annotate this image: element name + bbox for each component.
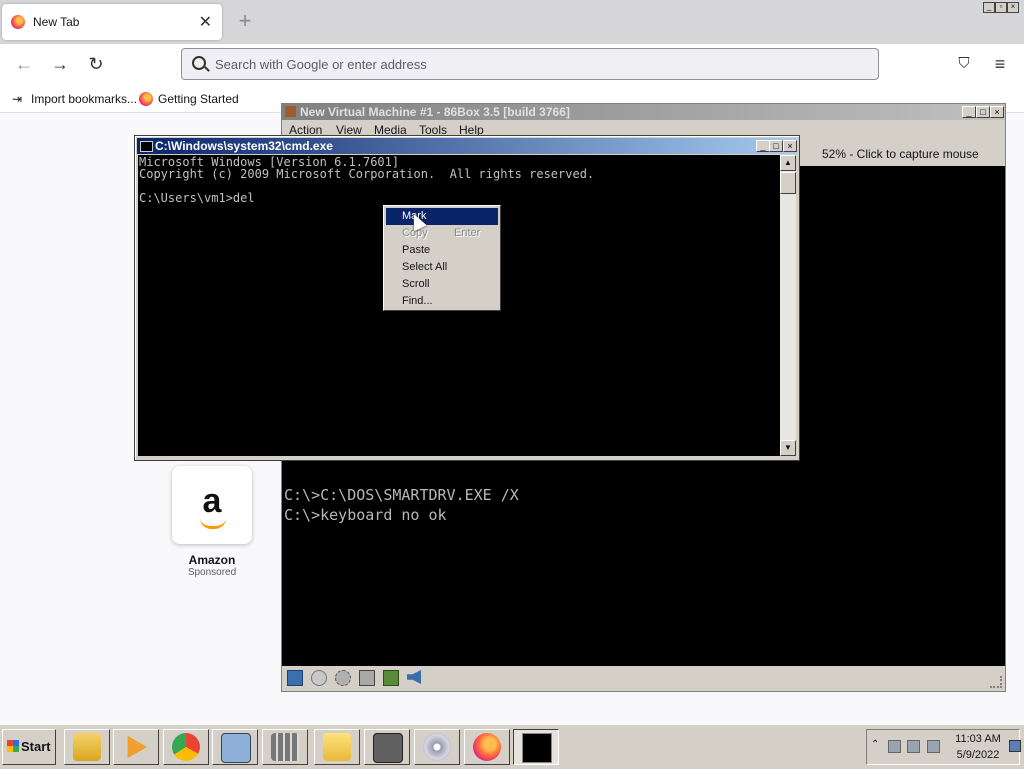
browser-tab-strip: New Tab ✕ + _ ▫ × xyxy=(0,0,1024,44)
firefox-icon xyxy=(139,92,153,106)
vm-title-bar[interactable]: New Virtual Machine #1 - 86Box 3.5 [buil… xyxy=(282,104,1005,120)
hdd-icon[interactable] xyxy=(359,670,375,686)
menu-item-paste[interactable]: Paste xyxy=(386,242,498,259)
reload-icon[interactable]: ↻ xyxy=(85,54,107,74)
calculator-icon xyxy=(271,733,299,761)
bookmark-import[interactable]: Import bookmarks... xyxy=(31,92,137,106)
console-prompt: C:\Users\vm1>del xyxy=(139,191,255,205)
bookmark-getting-started[interactable]: Getting Started xyxy=(158,92,239,106)
amazon-shortcut-tile[interactable]: a xyxy=(172,466,252,544)
cd-icon xyxy=(423,733,451,761)
volume-icon[interactable] xyxy=(927,740,940,753)
clock-date[interactable]: 5/9/2022 xyxy=(950,749,1006,761)
restore-browser-button[interactable]: ▫ xyxy=(995,2,1007,13)
cmd-minimize-button[interactable]: _ xyxy=(756,140,770,152)
network-tray-icon[interactable] xyxy=(907,740,920,753)
cdrom-icon[interactable] xyxy=(311,670,327,686)
amazon-smile-icon xyxy=(200,518,226,529)
floppy-icon[interactable] xyxy=(287,670,303,686)
vm-maximize-button[interactable]: □ xyxy=(976,106,990,118)
taskbar-cmd[interactable] xyxy=(513,729,559,765)
menu-item-find[interactable]: Find... xyxy=(386,293,498,310)
taskbar-folder[interactable] xyxy=(314,729,360,765)
network-icon[interactable] xyxy=(335,670,351,686)
cmd-title: C:\Windows\system32\cmd.exe xyxy=(155,139,333,153)
taskbar-cd[interactable] xyxy=(414,729,460,765)
sound-icon[interactable] xyxy=(407,670,421,684)
amazon-tile-name: Amazon xyxy=(188,553,236,567)
chrome-icon xyxy=(172,733,200,761)
start-button[interactable]: Start xyxy=(2,729,56,765)
tray-expand-icon[interactable]: ⌃ xyxy=(871,739,879,750)
firefox-favicon-icon xyxy=(11,15,25,29)
computer-icon xyxy=(221,733,251,763)
settings-icon[interactable] xyxy=(383,670,399,686)
clock-time[interactable]: 11:03 AM xyxy=(950,733,1006,745)
scroll-up-arrow-icon[interactable]: ▲ xyxy=(780,155,796,171)
cmd-maximize-button[interactable]: □ xyxy=(769,140,783,152)
cmd-window-icon xyxy=(140,141,153,152)
menu-item-mark[interactable]: Mark xyxy=(386,208,498,225)
console-context-menu: Mark Copy Enter Paste Select All Scroll … xyxy=(383,205,501,311)
amazon-logo-icon: a xyxy=(202,482,222,520)
menu-hamburger-icon[interactable]: ≡ xyxy=(989,54,1011,74)
scroll-down-arrow-icon[interactable]: ▼ xyxy=(780,440,796,456)
taskbar-chrome[interactable] xyxy=(163,729,209,765)
menu-item-scroll[interactable]: Scroll xyxy=(386,276,498,293)
vm-minimize-button[interactable]: _ xyxy=(962,106,976,118)
back-arrow-icon[interactable]: ← xyxy=(13,54,35,74)
pocket-icon[interactable]: ⛉ xyxy=(953,54,975,74)
dos-line: C:\>C:\DOS\SMARTDRV.EXE /X xyxy=(284,486,519,504)
dos-line: C:\>keyboard no ok xyxy=(284,506,447,524)
address-placeholder: Search with Google or enter address xyxy=(215,57,427,72)
explorer-icon xyxy=(73,733,101,761)
taskbar-media-player[interactable] xyxy=(113,729,159,765)
resize-grip[interactable] xyxy=(990,676,1002,688)
firefox-icon xyxy=(473,733,501,761)
new-tab-button[interactable]: + xyxy=(234,8,256,34)
vm-title: New Virtual Machine #1 - 86Box 3.5 [buil… xyxy=(300,105,570,119)
taskbar-firefox[interactable] xyxy=(464,729,510,765)
cmd-close-button[interactable]: × xyxy=(783,140,797,152)
tab-title: New Tab xyxy=(33,15,80,29)
show-desktop-icon[interactable] xyxy=(1009,740,1021,752)
cmd-title-bar[interactable]: C:\Windows\system32\cmd.exe _ □ × xyxy=(137,138,797,154)
search-icon xyxy=(192,56,206,70)
import-bookmarks-icon: ⇥ xyxy=(12,92,23,106)
minimize-browser-button[interactable]: _ xyxy=(983,2,995,13)
taskbar-computer[interactable] xyxy=(212,729,258,765)
taskbar-tools[interactable] xyxy=(364,729,410,765)
address-bar[interactable]: Search with Google or enter address xyxy=(181,48,879,80)
scroll-thumb[interactable] xyxy=(780,172,796,194)
forward-arrow-icon[interactable]: → xyxy=(49,54,71,74)
console-line: Copyright (c) 2009 Microsoft Corporation… xyxy=(139,167,595,181)
tab-close-button[interactable]: ✕ xyxy=(199,12,212,32)
close-browser-button[interactable]: × xyxy=(1007,2,1019,13)
action-center-icon[interactable] xyxy=(888,740,901,753)
vm-capture-status: 52% - Click to capture mouse xyxy=(822,147,979,161)
cmd-icon xyxy=(522,733,552,763)
console-scrollbar[interactable]: ▲ ▼ xyxy=(780,155,796,456)
taskbar-explorer[interactable] xyxy=(64,729,110,765)
media-player-icon xyxy=(127,735,148,759)
menu-item-copy[interactable]: Copy Enter xyxy=(386,225,498,242)
taskbar-calculator[interactable] xyxy=(262,729,308,765)
tools-icon xyxy=(373,733,403,763)
folder-icon xyxy=(323,733,351,761)
vm-close-button[interactable]: × xyxy=(990,106,1004,118)
menu-item-select-all[interactable]: Select All xyxy=(386,259,498,276)
windows-logo-icon xyxy=(7,740,19,752)
sponsored-label: Sponsored xyxy=(187,567,237,578)
86box-icon xyxy=(285,106,296,117)
tab-new-tab[interactable]: New Tab ✕ xyxy=(2,4,222,40)
